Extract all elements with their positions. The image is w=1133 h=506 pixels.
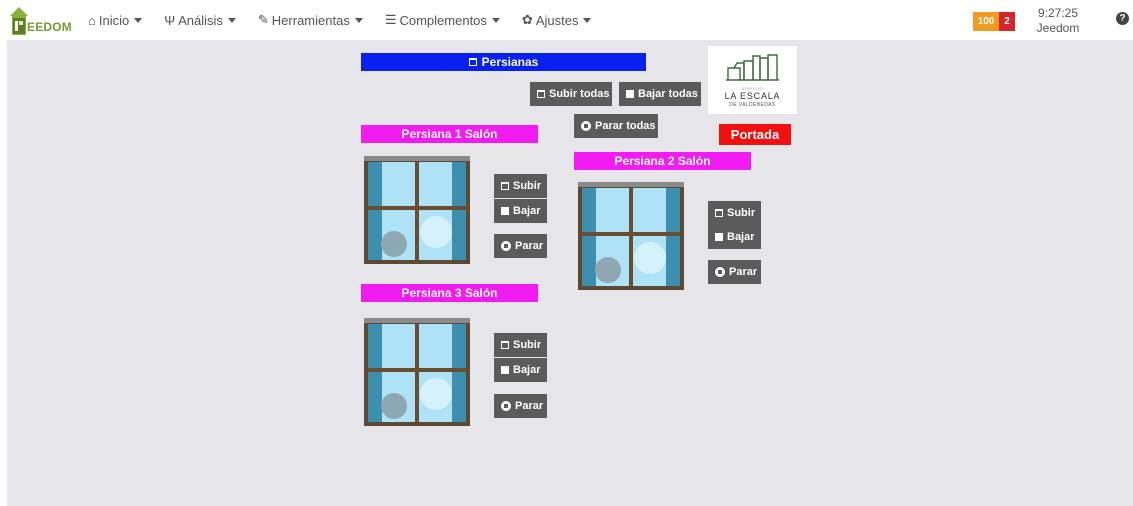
blind-3-bajar-label: Bajar xyxy=(513,364,541,376)
caret-down-icon xyxy=(227,17,236,23)
blind-1-bajar-button[interactable]: Bajar xyxy=(494,199,547,223)
list-icon: ☰ xyxy=(384,12,397,27)
portada-link[interactable]: Portada xyxy=(719,124,791,145)
blind-3-subir-button[interactable]: Subir xyxy=(494,333,547,357)
persianas-title-label: Persianas xyxy=(481,55,539,69)
user-name[interactable]: Jeedom xyxy=(1033,21,1083,36)
stop-icon xyxy=(501,241,511,251)
jeedom-logo[interactable]: EEDOM xyxy=(10,4,72,36)
window-blind-3-image xyxy=(364,318,470,426)
blind-1-bajar-label: Bajar xyxy=(513,205,541,217)
blind-3-subir-label: Subir xyxy=(513,339,542,351)
stethoscope-icon: Ψ xyxy=(164,12,176,28)
blind-2-subir-button[interactable]: Subir xyxy=(708,201,761,225)
blind-2-title: Persiana 2 Salón xyxy=(574,152,751,170)
menu-analisis[interactable]: Ψ Análisis xyxy=(164,13,236,28)
wrench-icon: ✎ xyxy=(257,12,269,27)
blind-up-icon xyxy=(715,209,723,217)
blind-2-parar-label: Parar xyxy=(729,266,758,278)
blind-up-icon xyxy=(537,90,545,98)
menu-herramientas[interactable]: ✎ Herramientas xyxy=(258,12,363,28)
caret-down-icon xyxy=(134,17,143,23)
logo-card-name: LA ESCALA xyxy=(724,91,781,101)
menu-complementos[interactable]: ☰ Complementos xyxy=(385,12,500,28)
top-navbar: EEDOM ⌂ Inicio Ψ Análisis ✎ Herramientas… xyxy=(0,0,1133,40)
window-blind-1-image xyxy=(364,156,470,264)
stop-icon xyxy=(715,267,725,277)
blind-2-subir-label: Subir xyxy=(727,207,756,219)
blind-up-icon xyxy=(501,182,509,190)
bajar-todas-button[interactable]: Bajar todas xyxy=(619,82,701,106)
stop-icon xyxy=(501,401,511,411)
blind-2-bajar-button[interactable]: Bajar xyxy=(708,225,761,249)
menu-complementos-label: Complementos xyxy=(399,12,487,28)
design-canvas: Persianas Subir todas Bajar todas Parar … xyxy=(7,40,1133,506)
house-logo-icon xyxy=(10,7,28,35)
menu-inicio[interactable]: ⌂ Inicio xyxy=(88,12,143,28)
blind-down-icon xyxy=(626,90,634,98)
blind-down-icon xyxy=(715,233,723,241)
menu-analisis-label: Análisis xyxy=(178,12,223,28)
subir-todas-button[interactable]: Subir todas xyxy=(530,82,612,106)
messages-count-badge[interactable]: 100 xyxy=(973,12,999,31)
menu-herramientas-label: Herramientas xyxy=(271,12,350,28)
blind-2-bajar-label: Bajar xyxy=(727,231,755,243)
subir-todas-label: Subir todas xyxy=(549,88,610,100)
menu-inicio-label: Inicio xyxy=(98,12,130,28)
caret-down-icon xyxy=(583,17,592,23)
caret-down-icon xyxy=(491,17,500,23)
menu-ajustes[interactable]: ✿ Ajustes xyxy=(522,12,592,28)
help-icon[interactable]: ? xyxy=(1116,12,1129,25)
message-badges[interactable]: 100 2 xyxy=(973,12,1015,31)
bajar-todas-label: Bajar todas xyxy=(638,88,698,100)
parar-todas-button[interactable]: Parar todas xyxy=(574,114,658,138)
blind-down-icon xyxy=(501,366,509,374)
stop-icon xyxy=(581,121,591,131)
building-logo-icon xyxy=(726,54,779,81)
blind-3-bajar-button[interactable]: Bajar xyxy=(494,358,547,382)
main-menu: ⌂ Inicio Ψ Análisis ✎ Herramientas ☰ Com… xyxy=(88,0,613,40)
alerts-count-badge[interactable]: 2 xyxy=(999,12,1015,31)
blind-3-title: Persiana 3 Salón xyxy=(361,284,538,302)
persianas-title: Persianas xyxy=(361,53,646,71)
blind-1-subir-button[interactable]: Subir xyxy=(494,174,547,198)
blind-1-parar-button[interactable]: Parar xyxy=(494,234,547,258)
gear-icon: ✿ xyxy=(521,12,533,27)
logo-card-sub: DE VALDEBEDAS xyxy=(729,102,776,108)
blind-3-parar-button[interactable]: Parar xyxy=(494,394,547,418)
logo-text: EEDOM xyxy=(27,20,73,34)
blind-2-parar-button[interactable]: Parar xyxy=(708,260,761,284)
menu-ajustes-label: Ajustes xyxy=(535,12,579,28)
blind-1-subir-label: Subir xyxy=(513,180,542,192)
parar-todas-label: Parar todas xyxy=(595,120,656,132)
blind-1-title: Persiana 1 Salón xyxy=(361,125,538,143)
blind-down-icon xyxy=(501,207,509,215)
blind-up-icon xyxy=(468,58,477,66)
caret-down-icon xyxy=(354,17,363,23)
home-icon: ⌂ xyxy=(88,12,96,28)
building-logo-card: EDIFICIO LA ESCALA DE VALDEBEDAS xyxy=(708,46,797,114)
clock-time: 9:27:25 xyxy=(1037,6,1079,20)
blind-up-icon xyxy=(501,341,509,349)
clock-user: 9:27:25 Jeedom xyxy=(1033,6,1083,36)
blind-3-parar-label: Parar xyxy=(515,400,544,412)
blind-1-parar-label: Parar xyxy=(515,240,544,252)
window-blind-2-image xyxy=(578,182,684,290)
